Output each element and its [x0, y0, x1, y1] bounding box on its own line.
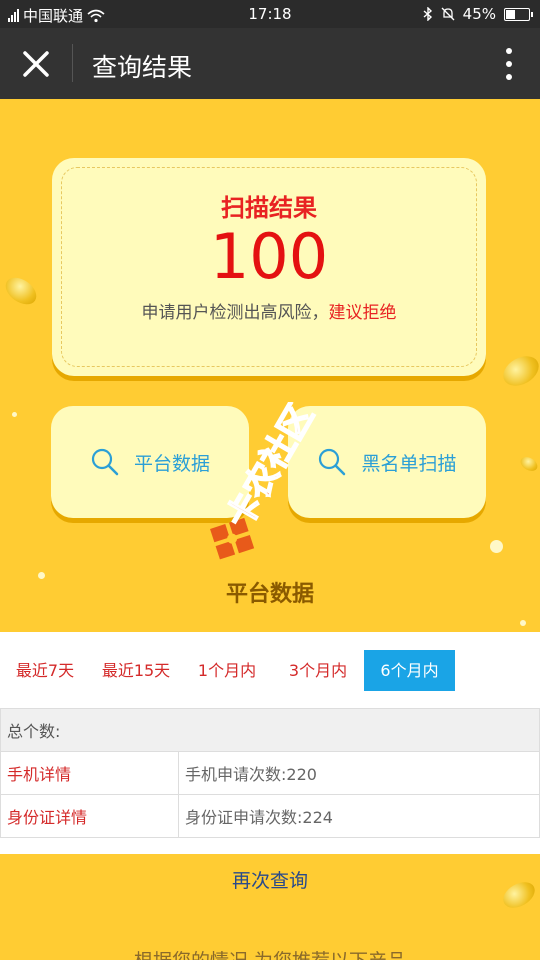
- recommend-text: 根据您的情况,为您推荐以下产品: [0, 946, 540, 960]
- phone-detail-link[interactable]: 手机详情: [0, 751, 179, 795]
- close-icon[interactable]: [18, 46, 54, 82]
- scan-result-card: 扫描结果 100 申请用户检测出高风险，建议拒绝: [52, 158, 486, 376]
- tab-6-months[interactable]: 6个月内: [364, 650, 455, 691]
- nav-bar: 查询结果: [0, 28, 540, 99]
- phone-apply-count: 手机申请次数:220: [178, 751, 540, 795]
- advice-text: 建议拒绝: [328, 303, 397, 323]
- coin-decoration: [0, 272, 42, 310]
- watermark-logo: 卡农社区: [210, 402, 323, 560]
- mute-bell-icon: [441, 7, 455, 21]
- risk-text: 申请用户检测出高风险，: [141, 303, 329, 323]
- battery-percent: 45%: [462, 5, 496, 23]
- table-row: 总个数:: [0, 708, 540, 752]
- tab-3-months[interactable]: 3个月内: [276, 650, 360, 691]
- tab-1-month[interactable]: 1个月内: [186, 650, 268, 691]
- coin-decoration: [518, 454, 540, 474]
- idcard-detail-link[interactable]: 身份证详情: [0, 794, 179, 838]
- requery-button[interactable]: 再次查询: [0, 866, 540, 893]
- status-bar: 中国联通 17:18 45%: [0, 0, 540, 28]
- tab-15-days[interactable]: 最近15天: [90, 650, 182, 691]
- section-title: 平台数据: [225, 582, 314, 607]
- battery-icon: [504, 7, 533, 21]
- watermark-text: 卡农社区: [219, 402, 322, 535]
- idcard-apply-count: 身份证申请次数:224: [178, 794, 540, 838]
- search-icon: [91, 448, 119, 476]
- platform-data-label: 平台数据: [133, 452, 210, 475]
- nav-divider: [72, 44, 73, 82]
- blacklist-scan-label: 黑名单扫描: [361, 452, 457, 475]
- more-icon[interactable]: [504, 46, 514, 82]
- result-title: 扫描结果: [221, 194, 317, 222]
- result-description: 申请用户检测出高风险，建议拒绝: [52, 298, 486, 323]
- tab-7-days[interactable]: 最近7天: [4, 650, 86, 691]
- dot-decoration: [12, 412, 17, 417]
- dot-decoration: [520, 620, 526, 626]
- data-table: 总个数: 手机详情 手机申请次数:220 身份证详情 身份证申请次数:224: [0, 708, 540, 838]
- risk-score: 100: [209, 220, 329, 293]
- dot-decoration: [490, 540, 503, 553]
- table-row: 手机详情 手机申请次数:220: [0, 751, 540, 795]
- table-row: 身份证详情 身份证申请次数:224: [0, 794, 540, 838]
- total-count-header: 总个数:: [0, 708, 540, 752]
- bluetooth-icon: [423, 7, 432, 21]
- page-title: 查询结果: [92, 53, 193, 82]
- coin-decoration: [498, 350, 540, 392]
